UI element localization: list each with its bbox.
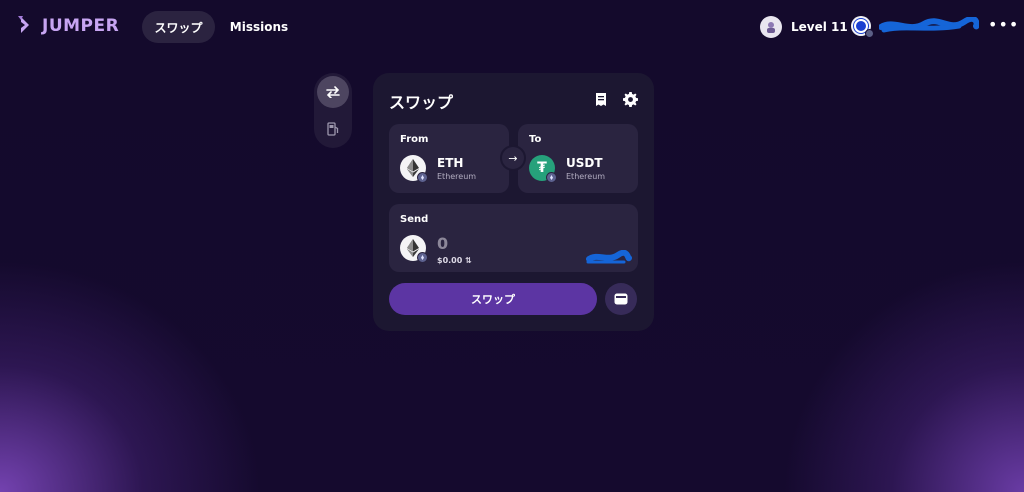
redacted-balance-scribble [586,250,632,264]
send-label: Send [400,214,429,225]
from-token-selector[interactable]: From ETH Ethereum [389,124,509,193]
card-title: スワップ [389,93,454,112]
to-chain-name: Ethereum [566,172,606,181]
send-amount-input[interactable]: 0 [437,234,448,253]
wallet-icon [614,293,628,305]
to-chain-badge-icon [546,172,557,183]
logo-text: JUMPER [42,16,120,36]
usd-value-text: $0.00 [437,256,463,265]
top-bar: JUMPER スワップ Missions Level 11 ••• [0,0,1024,54]
swap-button[interactable]: スワップ [389,283,597,315]
side-rail [314,73,352,148]
send-amount-panel: Send 0 $0.00 ⇅ [389,204,638,272]
jumper-logo-icon [18,16,29,33]
nav-tab-swap[interactable]: スワップ [142,11,215,43]
gear-icon [622,91,638,107]
wallet-menu[interactable] [851,16,981,38]
wallet-chain-badge [865,29,874,38]
send-chain-badge-icon [417,252,428,263]
more-options-button[interactable]: ••• [988,17,1019,33]
reverse-tokens-button[interactable]: → [500,145,526,171]
jumper-logo[interactable]: JUMPER [18,16,119,36]
from-token-symbol: ETH [437,156,464,170]
receipt-icon [596,92,606,106]
swap-arrows-icon [326,86,340,98]
usd-value[interactable]: $0.00 ⇅ [437,256,472,265]
from-chain-name: Ethereum [437,172,477,181]
from-chain-badge-icon [417,172,428,183]
to-token-selector[interactable]: To ₮ USDT Ethereum [518,124,638,193]
redacted-address-scribble [879,17,979,33]
arrow-right-icon: → [502,147,524,169]
currency-toggle-icon: ⇅ [465,256,472,265]
nav-tab-missions[interactable]: Missions [228,11,290,43]
settings-button[interactable] [622,91,638,107]
to-token-symbol: USDT [566,156,603,170]
rail-gas-button[interactable] [317,113,349,145]
rail-swap-button[interactable] [317,76,349,108]
history-button[interactable] [593,91,609,107]
to-label: To [529,134,542,145]
from-label: From [400,134,429,145]
level-avatar-icon [760,16,782,38]
gas-pump-icon [327,122,339,136]
wallet-button[interactable] [605,283,637,315]
level-indicator[interactable]: Level 11 [760,16,848,38]
level-label: Level 11 [791,20,848,34]
swap-card: スワップ From ETH Ethereum To ₮ USDT Ethereu… [373,73,654,331]
